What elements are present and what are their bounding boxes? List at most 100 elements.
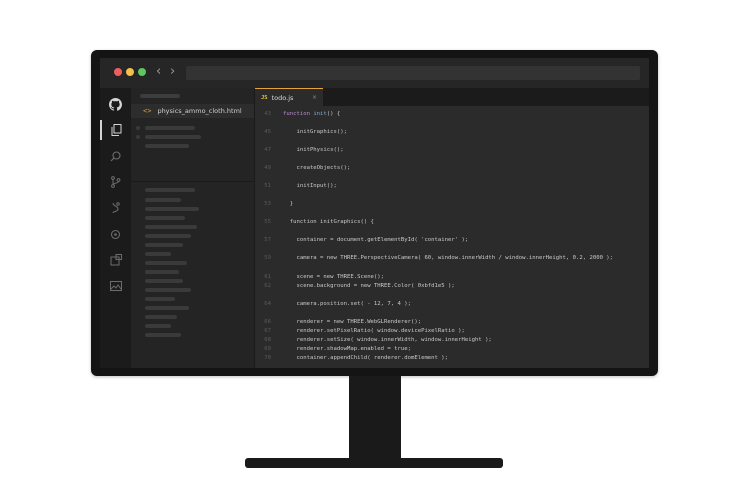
- tree-item[interactable]: [145, 279, 183, 283]
- code-text: renderer.shadowMap.enabled = true;: [283, 346, 411, 352]
- files-icon[interactable]: [100, 120, 131, 140]
- tab-todo-js[interactable]: JS todo.js ×: [255, 88, 323, 106]
- tree-item[interactable]: [145, 135, 201, 139]
- tree-item[interactable]: [145, 198, 181, 202]
- file-item-physics-ammo-cloth[interactable]: <> physics_ammo_cloth.html: [131, 104, 254, 118]
- code-text: container = document.getElementById( 'co…: [283, 237, 469, 243]
- line-number: 67: [264, 328, 271, 334]
- code-line[interactable]: 66 renderer = new THREE.WebGLRenderer();: [255, 318, 649, 327]
- github-icon[interactable]: [100, 94, 131, 114]
- monitor-stand-base: [245, 458, 503, 468]
- tree-item[interactable]: [145, 243, 183, 247]
- line-number: 57: [264, 237, 271, 243]
- code-line[interactable]: 64 camera.position.set( - 12, 7, 4 );: [255, 300, 649, 309]
- line-number: 61: [264, 274, 271, 280]
- line-number: 64: [264, 301, 271, 307]
- back-arrow-icon[interactable]: ‹: [156, 64, 161, 80]
- code-line[interactable]: 53 }: [255, 200, 649, 209]
- code-line[interactable]: 43 function init() {: [255, 110, 649, 119]
- javascript-file-icon: JS: [261, 94, 268, 101]
- image-icon[interactable]: [100, 276, 131, 296]
- tree-item[interactable]: [145, 234, 191, 238]
- monitor-stand-neck: [349, 376, 401, 461]
- code-line[interactable]: 70 container.appendChild( renderer.domEl…: [255, 354, 649, 363]
- line-number: 59: [264, 255, 271, 261]
- code-text: camera.position.set( - 12, 7, 4 );: [283, 301, 411, 307]
- code-text: initGraphics();: [283, 129, 347, 135]
- code-line[interactable]: 57 container = document.getElementById( …: [255, 236, 649, 245]
- code-line[interactable]: 51 initInput();: [255, 182, 649, 191]
- code-line[interactable]: 68 renderer.setSize( window.innerWidth, …: [255, 336, 649, 345]
- line-number: 70: [264, 355, 271, 361]
- file-explorer: <> physics_ammo_cloth.html: [131, 88, 255, 368]
- tree-item[interactable]: [145, 207, 199, 211]
- line-number: 43: [264, 111, 271, 117]
- code-text: function init() {: [283, 111, 341, 117]
- forward-arrow-icon[interactable]: ›: [170, 64, 175, 80]
- close-window-button[interactable]: [114, 68, 122, 76]
- explorer-header: [140, 94, 180, 98]
- line-number: 68: [264, 337, 271, 343]
- tree-bullet: [136, 126, 140, 130]
- tree-item[interactable]: [145, 333, 181, 337]
- settings-icon[interactable]: [100, 250, 131, 270]
- code-line[interactable]: 62 scene.background = new THREE.Color( 0…: [255, 282, 649, 291]
- line-number: 55: [264, 219, 271, 225]
- code-line[interactable]: 47 initPhysics();: [255, 146, 649, 155]
- code-text: scene = new THREE.Scene();: [283, 274, 385, 280]
- source-control-icon[interactable]: [100, 172, 131, 192]
- search-icon[interactable]: [100, 146, 131, 166]
- screen: ‹ › <> physics_ammo_cloth.html JS todo.j…: [100, 58, 649, 368]
- tree-item[interactable]: [145, 315, 177, 319]
- code-line[interactable]: 59 camera = new THREE.PerspectiveCamera(…: [255, 254, 649, 263]
- tab-label: todo.js: [271, 93, 294, 102]
- browser-toolbar: ‹ ›: [100, 58, 649, 89]
- tree-item[interactable]: [145, 288, 191, 292]
- code-editor[interactable]: 43 function init() { 45 initGraphics(); 47 …: [255, 106, 649, 368]
- monitor: ‹ › <> physics_ammo_cloth.html JS todo.j…: [91, 50, 658, 376]
- code-text: renderer = new THREE.WebGLRenderer();: [283, 319, 422, 325]
- line-number: 51: [264, 183, 271, 189]
- code-text: createObjects();: [283, 165, 351, 171]
- tree-item[interactable]: [145, 297, 175, 301]
- tree-item[interactable]: [145, 306, 189, 310]
- close-icon[interactable]: ×: [312, 94, 317, 101]
- code-line[interactable]: 61 scene = new THREE.Scene();: [255, 273, 649, 282]
- line-number: 49: [264, 165, 271, 171]
- code-line[interactable]: 49 createObjects();: [255, 164, 649, 173]
- code-text: renderer.setPixelRatio( window.devicePix…: [283, 328, 465, 334]
- address-bar[interactable]: [186, 66, 640, 80]
- line-number: 62: [264, 283, 271, 289]
- debug-icon[interactable]: [100, 198, 131, 218]
- extensions-icon[interactable]: [100, 224, 131, 244]
- tree-item[interactable]: [145, 225, 197, 229]
- code-text: camera = new THREE.PerspectiveCamera( 60…: [283, 255, 614, 261]
- code-line[interactable]: 67 renderer.setPixelRatio( window.device…: [255, 327, 649, 336]
- code-text: }: [283, 201, 294, 207]
- code-text: initPhysics();: [283, 147, 344, 153]
- tree-item[interactable]: [145, 270, 179, 274]
- maximize-window-button[interactable]: [138, 68, 146, 76]
- sidebar-divider: [131, 181, 254, 182]
- tree-item[interactable]: [145, 252, 171, 256]
- code-text: scene.background = new THREE.Color( 0xbf…: [283, 283, 455, 289]
- code-text: function initGraphics() {: [283, 219, 374, 225]
- tree-item[interactable]: [145, 216, 185, 220]
- code-line[interactable]: 45 initGraphics();: [255, 128, 649, 137]
- tree-item[interactable]: [145, 188, 195, 192]
- line-number: 47: [264, 147, 271, 153]
- line-number: 53: [264, 201, 271, 207]
- tree-item[interactable]: [145, 144, 189, 148]
- editor-tab-bar: JS todo.js ×: [255, 88, 649, 106]
- minimize-window-button[interactable]: [126, 68, 134, 76]
- line-number: 66: [264, 319, 271, 325]
- line-number: 45: [264, 129, 271, 135]
- tree-item[interactable]: [145, 324, 171, 328]
- tree-item[interactable]: [145, 261, 187, 265]
- tree-item[interactable]: [145, 126, 195, 130]
- code-line[interactable]: 69 renderer.shadowMap.enabled = true;: [255, 345, 649, 354]
- code-line[interactable]: 55 function initGraphics() {: [255, 218, 649, 227]
- line-number: 69: [264, 346, 271, 352]
- code-text: initInput();: [283, 183, 337, 189]
- activity-bar: [100, 88, 131, 368]
